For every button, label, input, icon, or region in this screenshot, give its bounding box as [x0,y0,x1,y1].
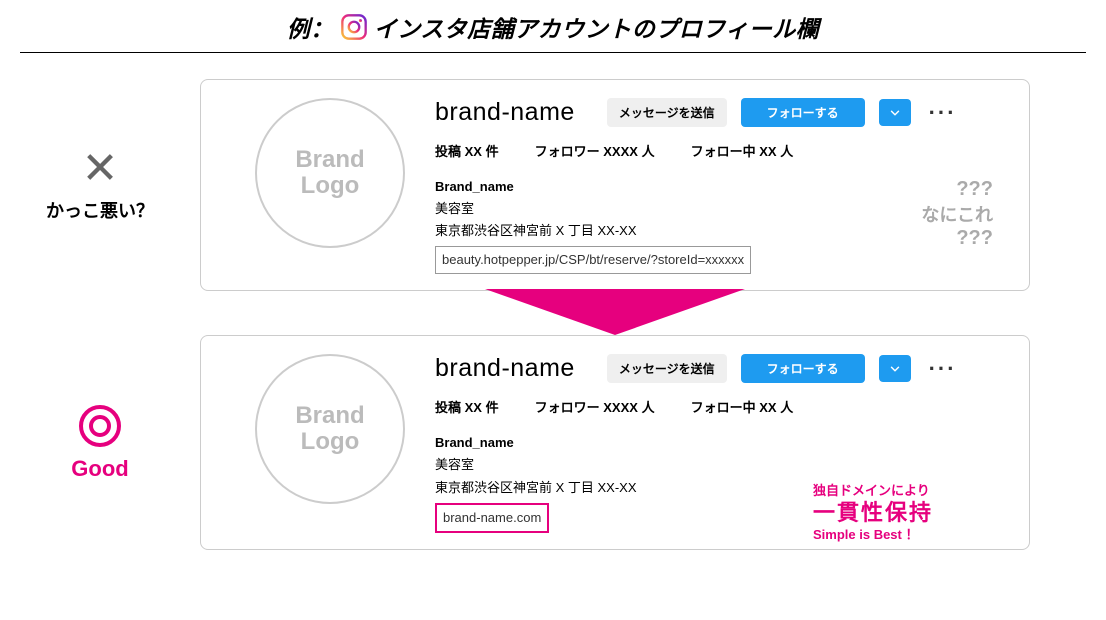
message-button[interactable]: メッセージを送信 [607,354,727,383]
annotation-q2: ??? [921,227,993,250]
annotation-line: なにこれ [921,201,993,227]
profile-card-bad: Brand Logo brand-name メッセージを送信 フォローする ··… [200,79,1030,291]
bio-name: Brand_name [435,176,1005,198]
message-button[interactable]: メッセージを送信 [607,98,727,127]
stat-following[interactable]: フォロー中 XX 人 [691,141,794,160]
avatar-text-2: Logo [301,429,360,455]
bio-link-bad[interactable]: beauty.hotpepper.jp/CSP/bt/reserve/?stor… [435,246,751,274]
more-icon[interactable]: ··· [929,100,957,126]
stat-followers[interactable]: フォロワー XXXX 人 [535,141,655,160]
good-section: Good Brand Logo brand-name メッセージを送信 フォロー… [0,335,1106,549]
bio-name: Brand_name [435,432,1005,454]
stats-row: 投稿 XX 件 フォロワー XXXX 人 フォロー中 XX 人 [435,141,1005,160]
stats-row: 投稿 XX 件 フォロワー XXXX 人 フォロー中 XX 人 [435,397,1005,416]
more-icon[interactable]: ··· [929,356,957,382]
stat-followers[interactable]: フォロワー XXXX 人 [535,397,655,416]
header-row: brand-name メッセージを送信 フォローする ··· [435,98,1005,127]
avatar-text-2: Logo [301,173,360,199]
good-annot-3: Simple is Best ！ [813,527,933,543]
bio-category: 美容室 [435,454,1005,476]
avatar-text-1: Brand [295,403,364,429]
arrow-down [200,291,1030,335]
profile-card-good: Brand Logo brand-name メッセージを送信 フォローする ··… [200,335,1030,549]
avatar[interactable]: Brand Logo [255,98,405,248]
suggestions-button[interactable] [879,355,911,382]
instagram-icon [340,13,368,41]
chevron-down-icon [888,362,902,376]
bad-label: ✕ かっこ悪い？ [0,147,200,223]
stat-posts[interactable]: 投稿 XX 件 [435,397,499,416]
handle: brand-name [435,354,575,383]
good-caption: Good [0,456,200,482]
title-text: インスタ店舗アカウントのプロフィール欄 [374,10,820,44]
profile-content: brand-name メッセージを送信 フォローする ··· 投稿 XX 件 フ… [435,98,1005,274]
bio: Brand_name 美容室 東京都渋谷区神宮前 X 丁目 XX-XX beau… [435,176,1005,274]
bio-address: 東京都渋谷区神宮前 X 丁目 XX-XX [435,220,1005,242]
good-annot-1: 独自ドメインにより [813,483,933,499]
double-circle-icon [0,403,200,454]
suggestions-button[interactable] [879,99,911,126]
header-row: brand-name メッセージを送信 フォローする ··· [435,354,1005,383]
chevron-down-icon [888,106,902,120]
bad-annotation: ??? なにこれ ??? [921,178,993,250]
bad-section: ✕ かっこ悪い？ Brand Logo brand-name メッセージを送信 … [0,79,1106,291]
good-annot-2: 一貫性保持 [813,499,933,527]
avatar[interactable]: Brand Logo [255,354,405,504]
x-icon: ✕ [0,147,200,191]
page-title-row: 例： インスタ店舗アカウントのプロフィール欄 [20,0,1086,53]
handle: brand-name [435,98,575,127]
avatar-text-1: Brand [295,147,364,173]
arrow-down-icon [485,289,745,339]
bad-caption: かっこ悪い？ [0,197,200,223]
bio-category: 美容室 [435,198,1005,220]
good-label: Good [0,403,200,482]
good-annotation: 独自ドメインにより 一貫性保持 Simple is Best ！ [813,483,933,543]
annotation-q1: ??? [921,178,993,201]
follow-button[interactable]: フォローする [741,98,865,127]
stat-following[interactable]: フォロー中 XX 人 [691,397,794,416]
follow-button[interactable]: フォローする [741,354,865,383]
bio-link-good[interactable]: brand-name.com [435,503,549,533]
stat-posts[interactable]: 投稿 XX 件 [435,141,499,160]
title-prefix: 例： [287,10,334,44]
